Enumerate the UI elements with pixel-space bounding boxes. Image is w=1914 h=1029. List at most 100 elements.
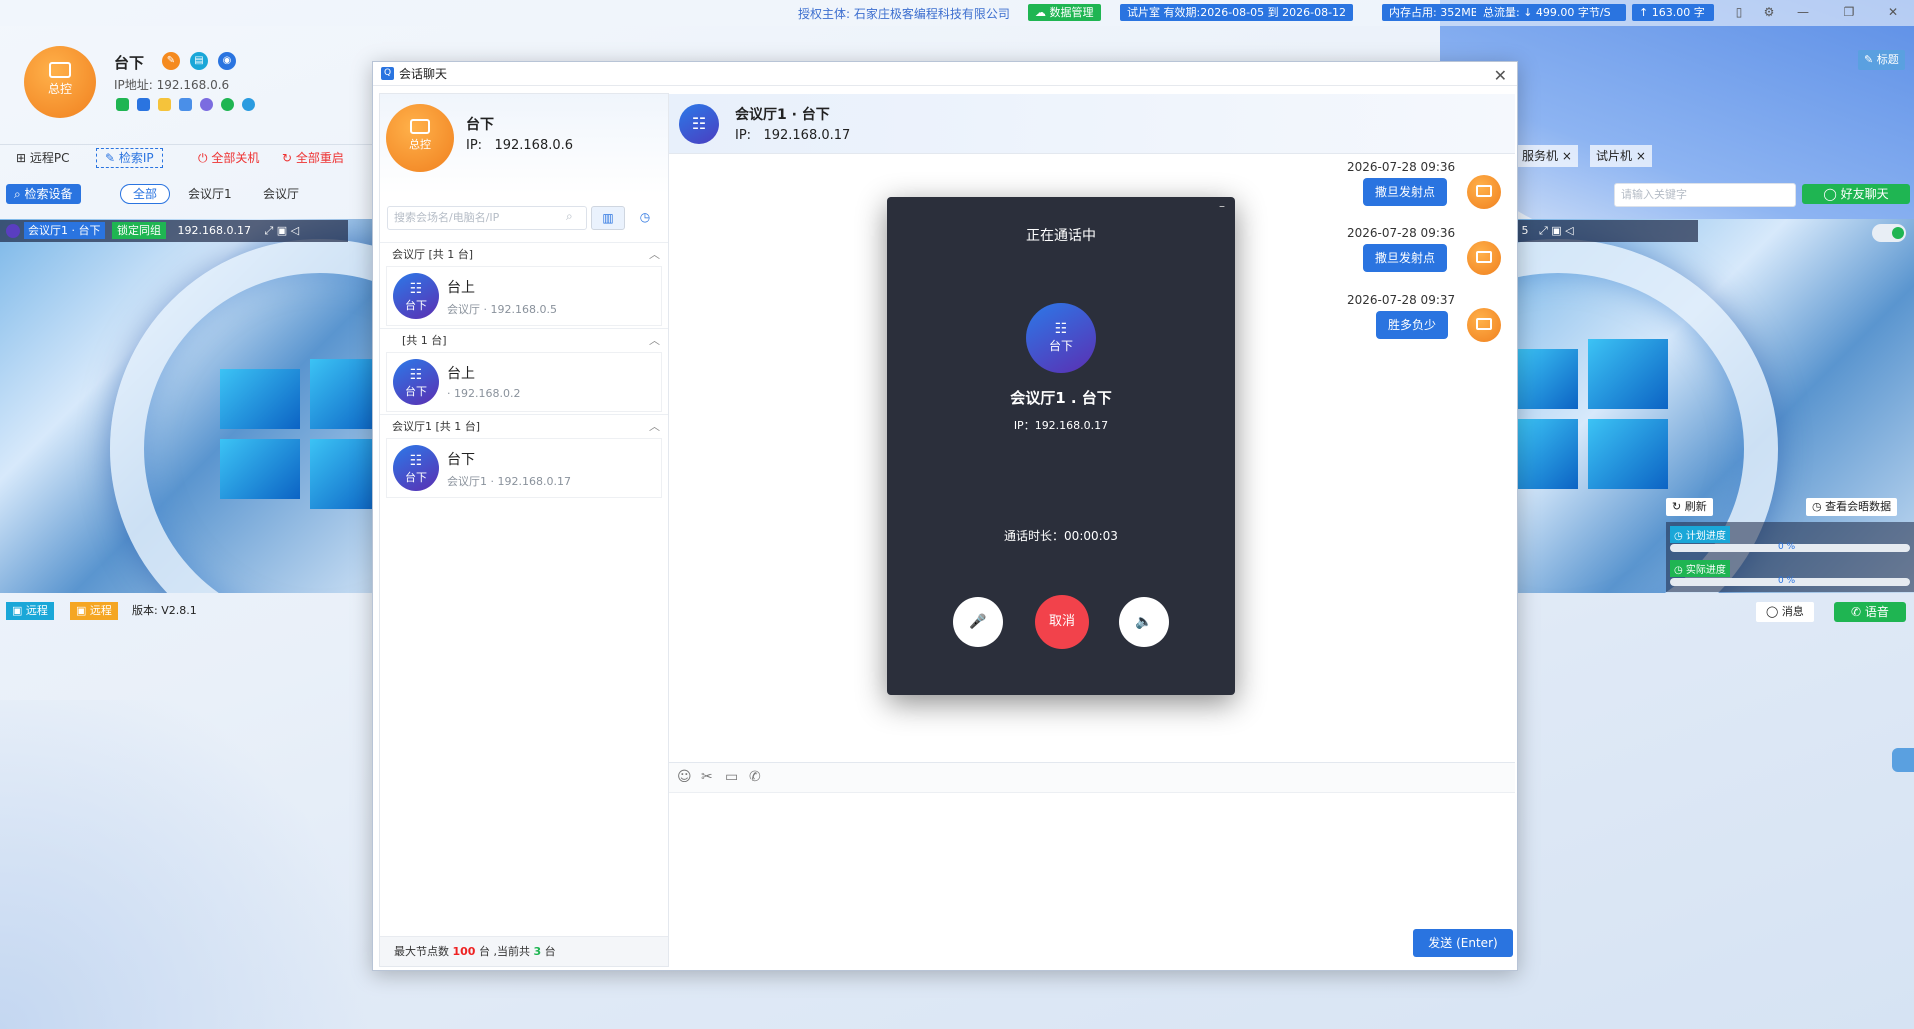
version-text: 版本: V2.8.1 xyxy=(132,604,197,617)
preview-control-icons[interactable]: ⤢ ▣ ◁ xyxy=(264,224,299,237)
screenshot-icon[interactable]: ✂ xyxy=(701,769,713,785)
title-button[interactable]: ✎ 标题 xyxy=(1858,50,1905,70)
cancel-call-button[interactable]: 取消 xyxy=(1035,595,1089,649)
remote-button-1[interactable]: ▣ 远程 xyxy=(6,602,54,620)
monitor-icon[interactable] xyxy=(137,98,150,111)
minimize-icon[interactable]: — xyxy=(1792,3,1814,21)
upload-badge: ↑ 163.00 字 xyxy=(1632,4,1714,21)
preview-left-bar: 会议厅1 · 台下 锁定同组 192.168.0.17 ⤢ ▣ ◁ xyxy=(0,220,348,242)
screen-preview-left[interactable] xyxy=(0,219,372,593)
search-icon[interactable]: ⌕ xyxy=(566,209,573,224)
shutdown-all-button[interactable]: ⏻ 全部关机 xyxy=(198,148,259,168)
group-header[interactable]: [共 1 台] ︿ xyxy=(380,328,668,352)
preview-toggle[interactable] xyxy=(1872,224,1906,242)
gear-icon[interactable]: ⚙ xyxy=(1758,3,1780,21)
my-avatar: 总控 xyxy=(386,104,454,172)
call-peer-ip: IP：192.168.0.17 xyxy=(1013,419,1109,432)
lock-group-badge[interactable]: 锁定同组 xyxy=(112,222,166,239)
screen-icon xyxy=(410,119,430,134)
message-button[interactable]: ◯ 消息 xyxy=(1756,602,1814,622)
history-clock-icon[interactable]: ◷ xyxy=(628,206,662,230)
view-data-button[interactable]: ◷ 查看会晤数据 xyxy=(1806,498,1898,516)
filter-room-tab[interactable]: 会议厅 xyxy=(263,184,299,204)
remote-pc-button[interactable]: ⊞ 远程PC xyxy=(16,148,70,168)
message-bubble[interactable]: 撒旦发射点 xyxy=(1363,244,1448,272)
group-header[interactable]: 会议厅1 [共 1 台] ︿ xyxy=(380,414,668,438)
my-profile: 总控 台下 IP: 192.168.0.6 xyxy=(380,94,668,194)
filter-room1-tab[interactable]: 会议厅1 xyxy=(188,184,232,204)
search-device-button[interactable]: ⌕ 检索设备 xyxy=(6,184,81,204)
contact-item[interactable]: ☷ 台下 台上 会议厅 · 192.168.0.5 xyxy=(386,266,662,326)
call-duration: 通话时长：00:00:03 xyxy=(1004,529,1118,543)
profile-avatar: 总控 xyxy=(24,46,96,118)
my-ip: IP: 192.168.0.6 xyxy=(466,138,574,153)
peer-avatar: ☷ xyxy=(679,104,719,144)
search-ip-button[interactable]: ✎ 检索IP xyxy=(96,148,163,168)
phone-icon[interactable]: ✆ xyxy=(749,769,761,785)
call-status: 正在通话中 xyxy=(1026,228,1096,244)
restore-icon[interactable]: ❐ xyxy=(1838,3,1860,21)
profile-ip: IP地址: 192.168.0.6 xyxy=(114,78,230,92)
peer-ip: IP: 192.168.0.17 xyxy=(735,128,851,143)
chevron-up-icon: ︿ xyxy=(649,420,660,433)
speaker-icon[interactable]: 🔈 xyxy=(1119,597,1169,647)
dialog-close-icon[interactable]: ✕ xyxy=(1494,64,1507,88)
message-input[interactable] xyxy=(669,792,1515,922)
profile-name: 台下 xyxy=(114,54,145,72)
folder-icon[interactable] xyxy=(158,98,171,111)
message-bubble[interactable]: 胜多负少 xyxy=(1376,311,1449,339)
doc-icon[interactable]: ▯ xyxy=(1728,3,1750,21)
send-button[interactable]: 发送 (Enter) xyxy=(1413,929,1513,957)
group-header[interactable]: 会议厅 [共 1 台] ︿ xyxy=(380,242,668,266)
search-icon[interactable] xyxy=(242,98,255,111)
status-bar: 授权主体: 石家庄极客编程科技有限公司 ☁ 数据管理 试片室 有效期:2026-… xyxy=(0,0,1914,26)
refresh-button[interactable]: ↻ 刷新 xyxy=(1666,498,1713,516)
progress-panel: ◷ 计划进度 0 % ◷ 实际进度 0 % xyxy=(1666,522,1914,592)
plan-progress-label: ◷ 计划进度 xyxy=(1670,526,1730,543)
preview-right-bar[interactable]: 5 ⤢ ▣ ◁ xyxy=(1518,220,1698,242)
contact-item[interactable]: ☷ 台下 台下 会议厅1 · 192.168.0.17 xyxy=(386,438,662,498)
sender-avatar xyxy=(1467,175,1501,209)
memory-badge: 内存占用: 352MB xyxy=(1382,4,1486,21)
close-icon[interactable]: ✕ xyxy=(1882,3,1904,21)
emoji-icon[interactable]: ☺ xyxy=(677,769,692,785)
note-icon[interactable]: ▤ xyxy=(190,52,208,70)
mic-icon[interactable]: 🎤 xyxy=(953,597,1003,647)
screen-icon xyxy=(49,62,71,78)
chevron-up-icon: ︿ xyxy=(649,334,660,347)
contact-sidebar: 总控 台下 IP: 192.168.0.6 搜索会场名/电脑名/IP ⌕ ▥ ◷… xyxy=(379,93,669,967)
data-mgmt-badge[interactable]: ☁ 数据管理 xyxy=(1028,4,1101,21)
message-bubble[interactable]: 撒旦发射点 xyxy=(1363,178,1448,206)
filter-all-tab[interactable]: 全部 xyxy=(120,184,171,204)
contact-avatar: ☷ 台下 xyxy=(393,445,439,491)
wechat-icon[interactable] xyxy=(221,98,234,111)
voice-button[interactable]: ✆ 语音 xyxy=(1834,602,1906,622)
restart-all-button[interactable]: ↻ 全部重启 xyxy=(282,148,344,168)
sender-avatar xyxy=(1467,241,1501,275)
share-icon[interactable] xyxy=(179,98,192,111)
remote-button-2[interactable]: ▣ 远程 xyxy=(70,602,118,620)
volume-icon[interactable] xyxy=(116,98,129,111)
chat-header: ☷ 会议厅1 · 台下 IP: 192.168.0.17 xyxy=(669,94,1515,154)
contact-avatar: ☷ 台下 xyxy=(393,359,439,405)
message-time: 2026-07-28 09:36 xyxy=(1347,226,1456,240)
sender-avatar xyxy=(1467,308,1501,342)
call-overlay: – 正在通话中 ☷ 台下 会议厅1 . 台下 IP：192.168.0.17 通话… xyxy=(887,197,1235,695)
edit-icon[interactable]: ✎ xyxy=(162,52,180,70)
layout-toggle-icon[interactable]: ▥ xyxy=(591,206,625,230)
eye-icon[interactable]: ◉ xyxy=(218,52,236,70)
tab-trial[interactable]: 试片机 × xyxy=(1590,145,1652,167)
call-peer-name: 会议厅1 . 台下 xyxy=(1010,389,1112,407)
call-avatar: ☷ 台下 xyxy=(1026,303,1096,373)
folder-icon[interactable]: ▭ xyxy=(725,769,738,785)
keyword-search-input[interactable]: 请输入关键字 xyxy=(1614,183,1796,207)
license-text: 授权主体: 石家庄极客编程科技有限公司 xyxy=(798,7,1010,21)
side-chat-icon[interactable] xyxy=(1892,748,1914,772)
contact-item[interactable]: ☷ 台下 台上 · 192.168.0.2 xyxy=(386,352,662,412)
call-minimize-icon[interactable]: – xyxy=(1219,199,1225,213)
contact-search-input[interactable]: 搜索会场名/电脑名/IP xyxy=(387,206,587,230)
tab-server[interactable]: 服务机 × xyxy=(1516,145,1578,167)
friend-chat-button[interactable]: ◯ 好友聊天 xyxy=(1802,184,1910,204)
traffic-badge: 总流量: ↓ 499.00 字节/S xyxy=(1476,4,1626,21)
globe-icon[interactable] xyxy=(200,98,213,111)
